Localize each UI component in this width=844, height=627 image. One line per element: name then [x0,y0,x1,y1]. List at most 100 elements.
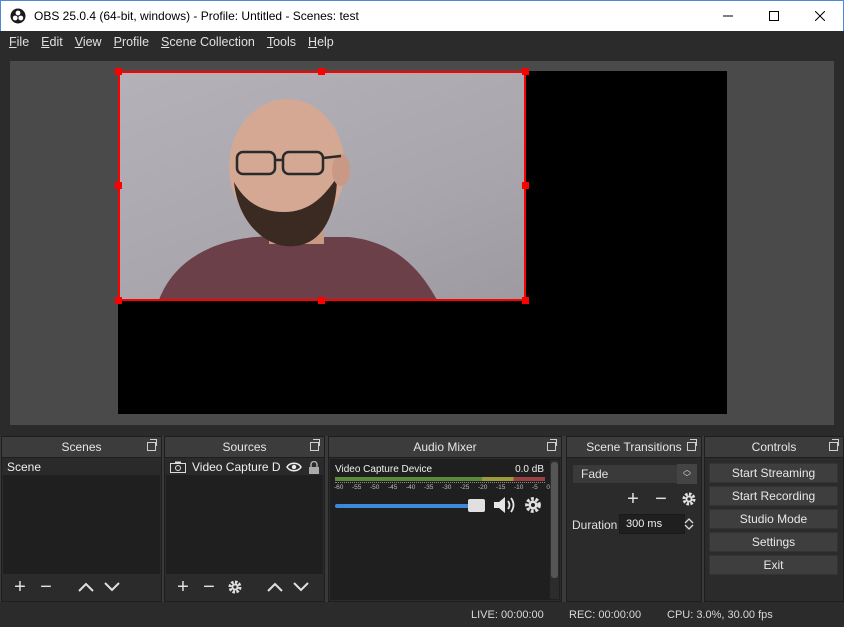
move-scene-down-button[interactable] [101,576,123,598]
scenes-list: Scene [3,459,160,574]
sources-dock-header: Sources [165,437,324,458]
volume-meter [335,477,545,481]
mixer-scrollbar[interactable] [550,460,559,599]
menu-tools[interactable]: Tools [261,35,302,49]
scenes-dock-header: Scenes [2,437,161,458]
resize-handle-tl[interactable] [115,68,122,75]
live-timer: LIVE: 00:00:00 [471,609,544,621]
resize-handle-r[interactable] [522,182,529,189]
menu-profile[interactable]: Profile [108,35,155,49]
channel-name: Video Capture Device [335,464,433,475]
sources-dock-title: Sources [222,440,267,454]
controls-dock-header: Controls [705,437,843,458]
close-icon [815,11,825,21]
float-dock-icon[interactable] [829,439,839,451]
move-source-up-button[interactable] [264,576,286,598]
menu-file[interactable]: File [3,35,35,49]
audio-mixer-dock: Audio Mixer Video Capture Device 0.0 dB … [328,436,562,602]
chevron-down-icon[interactable] [684,524,694,531]
remove-scene-button[interactable]: − [35,576,57,598]
scene-transitions-dock-header: Scene Transitions [567,437,701,458]
speaker-icon[interactable] [492,494,518,516]
start-streaming-button[interactable]: Start Streaming [709,463,838,483]
scene-item-label: Scene [7,460,42,474]
rec-timer: REC: 00:00:00 [569,609,642,621]
preview-background [10,61,834,425]
scenes-toolbar: + − [3,574,160,600]
remove-transition-button[interactable]: − [650,488,672,510]
resize-handle-l[interactable] [115,182,122,189]
volume-slider-track[interactable] [335,504,485,508]
preview-area [0,53,844,436]
sources-toolbar: + − [166,574,323,600]
transition-select-value: Fade [581,467,609,481]
float-dock-icon[interactable] [310,439,320,451]
resize-handle-b[interactable] [318,297,325,304]
transition-properties-button[interactable] [678,488,700,510]
exit-button[interactable]: Exit [709,555,838,575]
studio-mode-button[interactable]: Studio Mode [709,509,838,529]
resize-handle-t[interactable] [318,68,325,75]
mixer-scrollbar-thumb[interactable] [551,462,558,578]
float-dock-icon[interactable] [687,439,697,451]
scenes-dock-title: Scenes [61,440,102,454]
mixer-channel: Video Capture Device 0.0 dB -60 -55 -50 -45… [330,459,560,600]
add-transition-button[interactable]: + [622,488,644,510]
settings-button[interactable]: Settings [709,532,838,552]
add-scene-button[interactable]: + [9,576,31,598]
minimize-icon [723,15,733,17]
source-properties-button[interactable] [224,576,246,598]
source-selection-box[interactable] [118,71,526,301]
lock-icon[interactable] [308,460,320,474]
source-item-label: Video Capture Dev [192,460,280,474]
gear-icon [682,492,696,506]
source-item[interactable]: Video Capture Dev [166,459,323,475]
camera-icon [170,461,186,473]
status-bar: LIVE: 00:00:00 REC: 00:00:00 CPU: 3.0%, … [0,602,844,627]
obs-logo-icon [10,8,26,24]
resize-handle-tr[interactable] [522,68,529,75]
menu-edit[interactable]: Edit [35,35,69,49]
gear-icon[interactable] [524,496,542,514]
sources-list: Video Capture Dev [166,459,323,574]
title-bar: OBS 25.0.4 (64-bit, windows) - Profile: … [0,0,844,31]
resize-handle-br[interactable] [522,297,529,304]
channel-level: 0.0 dB [515,464,544,475]
maximize-icon [769,11,779,21]
add-source-button[interactable]: + [172,576,194,598]
duration-input[interactable]: 300 ms [619,514,685,534]
eye-icon[interactable] [286,461,302,473]
resize-handle-bl[interactable] [115,297,122,304]
scene-item[interactable]: Scene [3,459,160,475]
chevron-up-icon[interactable] [684,517,694,524]
minimize-button[interactable] [705,1,751,31]
scenes-dock: Scenes Scene + − [1,436,162,602]
chevron-down-icon [293,582,309,592]
transition-select-arrows[interactable]: ︿ ﹀ [677,464,697,484]
move-scene-up-button[interactable] [75,576,97,598]
scene-transitions-dock: Scene Transitions Fade ︿ ﹀ + − Duration 3… [566,436,702,602]
controls-dock: Controls Start Streaming Start Recording… [704,436,844,602]
float-dock-icon[interactable] [547,439,557,451]
scene-transitions-dock-title: Scene Transitions [586,440,682,454]
duration-label: Duration [572,518,618,532]
start-recording-button[interactable]: Start Recording [709,486,838,506]
controls-dock-title: Controls [751,440,797,454]
close-button[interactable] [797,1,843,31]
chevron-up-icon [78,582,94,592]
move-source-down-button[interactable] [290,576,312,598]
remove-source-button[interactable]: − [198,576,220,598]
maximize-button[interactable] [751,1,797,31]
preview-canvas[interactable] [115,68,727,414]
float-dock-icon[interactable] [147,439,157,451]
menu-scene-collection[interactable]: Scene Collection [155,35,261,49]
duration-value: 300 ms [626,518,663,530]
sources-dock: Sources Video Capture Dev + − [164,436,325,602]
menu-view[interactable]: View [69,35,108,49]
volume-slider-handle[interactable] [468,499,485,512]
duration-spinner[interactable] [681,514,697,534]
volume-meter-scale: -60 -55 -50 -45 -40 -35 -30 -25 -20 -15 -10 -5 0 [334,484,550,491]
menu-help[interactable]: Help [302,35,340,49]
gear-icon [228,580,242,594]
audio-mixer-dock-header: Audio Mixer [329,437,561,458]
